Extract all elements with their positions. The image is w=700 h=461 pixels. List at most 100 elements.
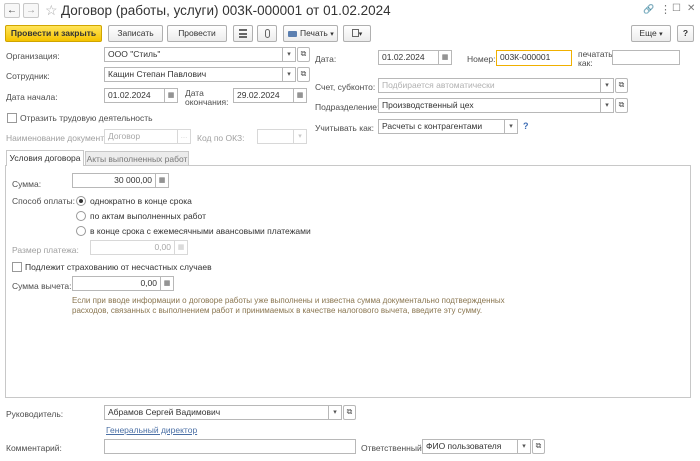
okz-code-dropdown-button: ▾ [294,129,307,144]
more-button[interactable]: Еще ▾ [631,25,671,42]
manager-field[interactable]: Абрамов Сергей Вадимович [104,405,329,420]
sum-calculator-button[interactable]: ▦ [156,173,169,188]
post-button[interactable]: Провести [167,25,227,42]
insurance-checkbox[interactable] [12,262,22,272]
start-date-calendar-button[interactable]: ▦ [165,88,178,103]
labor-activity-label: Отразить трудовую деятельность [20,113,153,123]
open-icon: ⧉ [618,80,625,89]
end-date-field[interactable]: 29.02.2024 [233,88,294,103]
more-menu-icon[interactable]: ⋮ [660,3,671,16]
chevron-down-icon: ▾ [509,123,513,130]
deduction-hint-line1: Если при вводе информации о договоре раб… [72,296,505,305]
payment-option-advance-label: в конце срока с ежемесячными авансовыми … [90,226,311,236]
date-label: Дата: [315,54,337,64]
account-dropdown-button[interactable]: ▾ [601,78,614,93]
list-icon [239,29,247,38]
favorite-star-icon[interactable]: ☆ [45,2,58,19]
deduction-field[interactable]: 0,00 [72,276,161,291]
create-based-on-button[interactable]: ▾ [343,25,371,42]
deduction-label: Сумма вычета: [12,281,72,291]
maximize-icon[interactable]: ☐ [672,3,681,14]
consider-as-label: Учитывать как: [315,123,374,133]
attachment-button[interactable] [257,25,277,42]
labor-activity-checkbox[interactable] [7,113,17,123]
responsible-dropdown-button[interactable]: ▾ [518,439,531,454]
manager-dropdown-button[interactable]: ▾ [329,405,342,420]
employee-open-button[interactable]: ⧉ [297,67,310,82]
back-button[interactable]: ← [4,3,20,18]
sum-field[interactable]: 30 000,00 [72,173,156,188]
link-icon[interactable]: 🔗 [643,4,654,15]
calculator-icon: ▦ [163,280,171,287]
end-date-label-line2: окончания: [185,97,229,107]
document-list-button[interactable] [233,25,253,42]
help-button[interactable]: ? [677,25,694,42]
chevron-down-icon: ▾ [298,133,302,140]
chevron-down-icon: ▾ [333,409,337,416]
payment-option-acts-label: по актам выполненных работ [90,211,206,221]
calendar-icon: ▦ [167,92,175,99]
manager-position-link[interactable]: Генеральный директор [106,425,197,435]
number-label: Номер: [467,54,496,64]
payment-option-once-radio[interactable] [76,196,86,206]
comment-field[interactable] [104,439,356,454]
payment-option-once-label: однократно в конце срока [90,196,192,206]
print-as-field[interactable] [612,50,680,65]
chevron-down-icon: ▾ [287,71,291,78]
manager-open-button[interactable]: ⧉ [343,405,356,420]
printer-icon [288,30,297,37]
employee-field[interactable]: Кащин Степан Павлович [104,67,283,82]
open-icon: ⧉ [346,407,353,416]
consider-as-field[interactable]: Расчеты с контрагентами [378,119,505,134]
consider-as-dropdown-button[interactable]: ▾ [505,119,518,134]
create-document-icon [351,28,359,37]
number-field[interactable]: 003К-000001 [496,50,572,66]
department-open-button[interactable]: ⧉ [615,98,628,113]
document-name-field: Договор [104,129,178,144]
deduction-calculator-button[interactable]: ▦ [161,276,174,291]
save-button[interactable]: Записать [108,25,163,42]
start-date-label: Дата начала: [6,92,58,102]
comment-label: Комментарий: [6,443,62,453]
department-field[interactable]: Производственный цех [378,98,601,113]
forward-button[interactable]: → [23,3,39,18]
account-field[interactable]: Подбирается автоматически [378,78,601,93]
chevron-down-icon: ▾ [522,443,526,450]
account-open-button[interactable]: ⧉ [615,78,628,93]
tab-work-acts[interactable]: Акты выполненных работ [85,151,189,166]
okz-code-field [257,129,294,144]
post-and-close-button[interactable]: Провести и закрыть [5,25,102,42]
employee-dropdown-button[interactable]: ▾ [283,67,296,82]
payment-option-advance-radio[interactable] [76,226,86,236]
end-date-calendar-button[interactable]: ▦ [294,88,307,103]
responsible-open-button[interactable]: ⧉ [532,439,545,454]
responsible-field[interactable]: ФИО пользователя [422,439,518,454]
payment-option-acts-radio[interactable] [76,211,86,221]
account-label: Счет, субконто: [315,82,376,92]
date-calendar-button[interactable]: ▦ [439,50,452,65]
chevron-down-icon: ▾ [287,51,291,58]
organization-dropdown-button[interactable]: ▾ [283,47,296,62]
start-date-field[interactable]: 01.02.2024 [104,88,165,103]
responsible-label: Ответственный: [361,443,425,453]
print-button[interactable]: Печать ▾ [283,25,338,42]
payment-size-label: Размер платежа: [12,245,79,255]
close-icon[interactable]: ✕ [687,3,695,14]
open-icon: ⧉ [618,100,625,109]
date-field[interactable]: 01.02.2024 [378,50,439,65]
manager-label: Руководитель: [6,409,64,419]
chevron-down-icon: ▾ [605,102,609,109]
organization-field[interactable]: ООО "Стиль" [104,47,283,62]
calculator-icon: ▦ [158,177,166,184]
chevron-down-icon: ▾ [605,82,609,89]
tab-contract-terms[interactable]: Условия договора [6,150,84,166]
organization-open-button[interactable]: ⧉ [297,47,310,62]
select-icon: … [180,133,188,140]
payment-size-calculator-button: ▦ [175,240,188,255]
consider-as-help-icon[interactable]: ? [523,121,529,131]
department-dropdown-button[interactable]: ▾ [601,98,614,113]
insurance-label: Подлежит страхованию от несчастных случа… [25,262,212,272]
print-as-label-line2: как: [578,58,593,68]
okz-code-label: Код по ОКЗ: [197,133,245,143]
organization-label: Организация: [6,51,60,61]
